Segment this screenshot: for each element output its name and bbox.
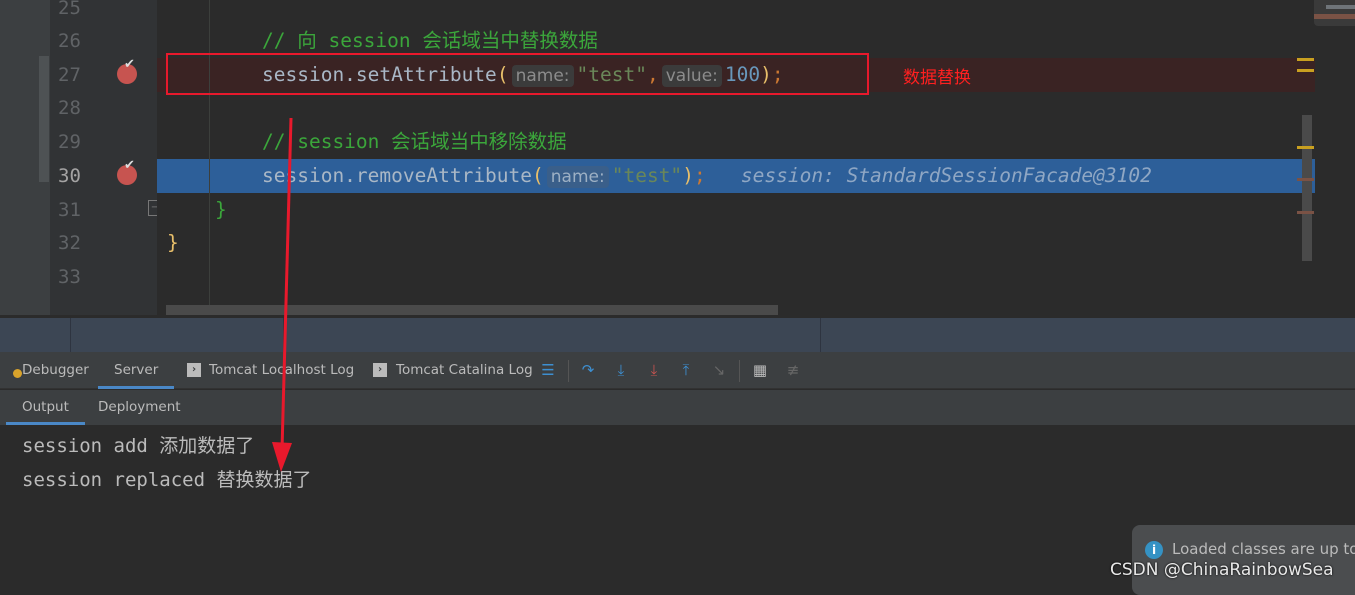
code-line-29: // session 会话域当中移除数据 xyxy=(157,125,1315,159)
breakpoint-icon[interactable] xyxy=(117,158,137,185)
console-line: session add 添加数据了 xyxy=(22,435,255,457)
step-out-icon[interactable]: ⤒ xyxy=(676,360,696,380)
console-log-icon: › xyxy=(187,363,201,377)
tab-tomcat-localhost-log[interactable]: Tomcat Localhost Log xyxy=(209,352,354,389)
string-literal: "test" xyxy=(611,164,683,187)
tab-debugger[interactable]: Debugger xyxy=(22,352,89,389)
indent-guide xyxy=(209,0,210,305)
line-number: 33 xyxy=(58,266,81,288)
code-line-32: } xyxy=(167,231,179,254)
watermark: CSDN @ChinaRainbowSea xyxy=(1110,560,1334,580)
comment: // 向 session 会话域当中替换数据 xyxy=(262,29,598,52)
vertical-scrollbar[interactable] xyxy=(1302,115,1312,261)
breakpoint-marker[interactable] xyxy=(1297,211,1314,214)
code-line-31: } xyxy=(215,198,227,221)
step-into-icon[interactable]: ⤓ xyxy=(611,360,631,380)
annotation-box xyxy=(166,53,869,95)
line-number-current: 30 xyxy=(58,165,81,187)
notification-message: Loaded classes are up to xyxy=(1172,540,1355,558)
line-number: 29 xyxy=(58,131,81,153)
line-number: 32 xyxy=(58,232,81,254)
evaluate-expression-icon[interactable]: ▦ xyxy=(750,360,770,380)
debugger-icon xyxy=(13,369,22,378)
tab-tomcat-catalina-log[interactable]: Tomcat Catalina Log xyxy=(396,352,533,389)
tab-deployment[interactable]: Deployment xyxy=(98,390,181,425)
minimap xyxy=(1314,0,1355,26)
comment: // session 会话域当中移除数据 xyxy=(262,130,567,153)
debug-frames-bar xyxy=(0,318,1355,352)
trace-icon[interactable]: ≢ xyxy=(783,360,803,380)
left-tool-strip xyxy=(0,0,50,315)
step-over-icon[interactable]: ↷ xyxy=(578,360,598,380)
divider xyxy=(568,360,569,382)
warning-marker[interactable] xyxy=(1297,58,1314,61)
divider xyxy=(739,360,740,382)
breakpoint-marker[interactable] xyxy=(1297,178,1314,181)
tab-server[interactable]: Server xyxy=(98,352,175,389)
line-number: 25 xyxy=(58,0,81,19)
console-line: session replaced 替换数据了 xyxy=(22,469,312,491)
server-subtabs: Output Deployment xyxy=(0,390,1355,425)
inline-debug-value: session: StandardSessionFacade@3102 xyxy=(740,164,1152,187)
breakpoint-icon[interactable] xyxy=(117,57,137,84)
console-log-icon: › xyxy=(373,363,387,377)
debug-toolbar: Debugger Server › Tomcat Localhost Log ›… xyxy=(0,352,1355,389)
annotation-label: 数据替换 xyxy=(903,68,971,88)
line-number: 28 xyxy=(58,97,81,119)
horizontal-scrollbar[interactable] xyxy=(166,305,778,315)
scrollbar-thumb[interactable] xyxy=(39,56,49,182)
warning-marker[interactable] xyxy=(1297,146,1314,149)
line-number: 27 xyxy=(58,64,81,86)
warning-marker[interactable] xyxy=(1297,69,1314,72)
editor-gutter: 25 26 27 28 29 30 31 32 33 − xyxy=(50,0,162,315)
line-number: 31 xyxy=(58,199,81,221)
force-step-into-icon[interactable]: ⤓ xyxy=(644,360,664,380)
line-number: 26 xyxy=(58,30,81,52)
method-call: session.removeAttribute xyxy=(262,164,533,187)
code-line-30-current: session.removeAttribute(name: "test"); se… xyxy=(157,159,1315,193)
info-icon: i xyxy=(1145,541,1163,559)
code-editor[interactable]: // 向 session 会话域当中替换数据 session.setAttrib… xyxy=(157,0,1315,305)
parameter-hint: name: xyxy=(546,166,609,188)
show-execution-point-icon[interactable]: ☰ xyxy=(538,360,558,380)
tab-output[interactable]: Output xyxy=(6,390,85,425)
run-to-cursor-icon[interactable]: ↘ xyxy=(709,360,729,380)
